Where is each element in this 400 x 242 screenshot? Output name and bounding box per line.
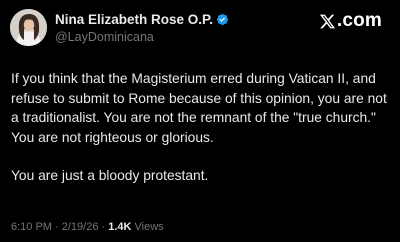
views-count: 1.4K bbox=[108, 221, 132, 233]
meta-separator: · bbox=[51, 221, 62, 233]
avatar-photo-icon bbox=[10, 9, 47, 46]
post-body: If you think that the Magisterium erred … bbox=[11, 69, 395, 186]
post-card: Nina Elizabeth Rose O.P. @LayDominicana … bbox=[0, 0, 400, 242]
verified-badge-icon bbox=[216, 13, 229, 26]
author-handle[interactable]: @LayDominicana bbox=[55, 30, 154, 44]
views-label: Views bbox=[131, 221, 164, 233]
author-name-row: Nina Elizabeth Rose O.P. bbox=[55, 12, 229, 27]
post-time[interactable]: 6:10 PM bbox=[11, 221, 52, 233]
x-brand-logo: .com bbox=[319, 10, 382, 32]
x-logo-icon bbox=[319, 14, 336, 28]
brand-label: .com bbox=[336, 10, 382, 31]
author-display-name[interactable]: Nina Elizabeth Rose O.P. bbox=[55, 12, 213, 27]
avatar[interactable] bbox=[10, 9, 47, 46]
meta-separator: · bbox=[98, 221, 109, 233]
post-date[interactable]: 2/19/26 bbox=[62, 221, 99, 233]
post-paragraph: You are just a bloody protestant. bbox=[11, 168, 209, 183]
post-paragraph: If you think that the Magisterium erred … bbox=[11, 71, 387, 145]
post-metadata: 6:10 PM · 2/19/26 · 1.4K Views bbox=[11, 221, 164, 233]
